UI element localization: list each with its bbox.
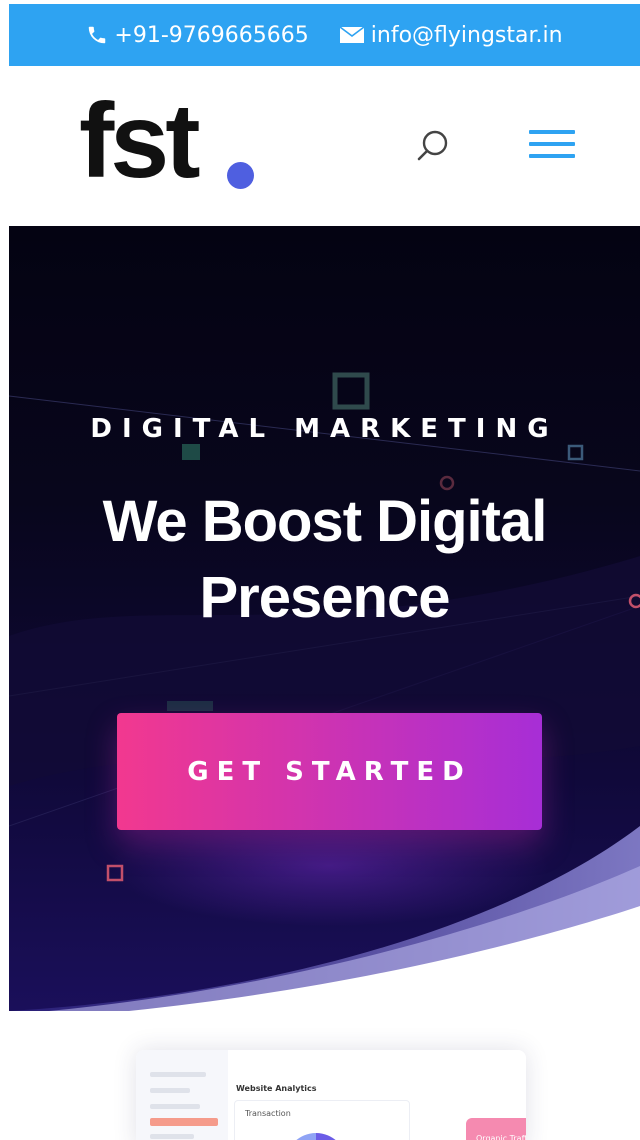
get-started-button[interactable]: GET STARTED — [117, 713, 542, 830]
preview-card: Transaction — [234, 1100, 410, 1140]
site-header: fst — [9, 66, 640, 226]
hero-section: DIGITAL MARKETING We Boost Digital Prese… — [9, 226, 640, 1011]
top-contact-bar: +91-9769665665 info@flyingstar.in — [9, 4, 640, 66]
preview-card-subtitle: Transaction — [245, 1109, 291, 1118]
hero-eyebrow: DIGITAL MARKETING — [90, 414, 559, 444]
preview-pie-chart — [285, 1133, 347, 1140]
email-address: info@flyingstar.in — [370, 22, 563, 48]
hamburger-menu-icon[interactable] — [529, 128, 577, 162]
email-contact[interactable]: info@flyingstar.in — [339, 23, 563, 48]
envelope-icon — [339, 25, 365, 45]
hero-headline: We Boost Digital Presence — [9, 484, 640, 636]
preview-sidebar — [136, 1050, 228, 1140]
hero-headline-line-1: We Boost Digital — [102, 489, 548, 554]
phone-number: +91-9769665665 — [114, 22, 309, 48]
search-icon — [417, 130, 448, 161]
logo[interactable]: fst — [79, 88, 201, 194]
phone-contact[interactable]: +91-9769665665 — [86, 22, 309, 48]
preview-active-item — [150, 1118, 218, 1126]
hero-headline-line-2: Presence — [199, 565, 451, 630]
preview-title: Website Analytics — [236, 1084, 317, 1093]
phone-icon — [86, 24, 108, 46]
preview-traffic-chip: Organic Traffic — [466, 1118, 526, 1140]
analytics-dashboard-preview: Website Analytics Transaction Organic Tr… — [136, 1050, 526, 1140]
search-button[interactable] — [413, 126, 453, 166]
logo-dot — [227, 162, 254, 189]
